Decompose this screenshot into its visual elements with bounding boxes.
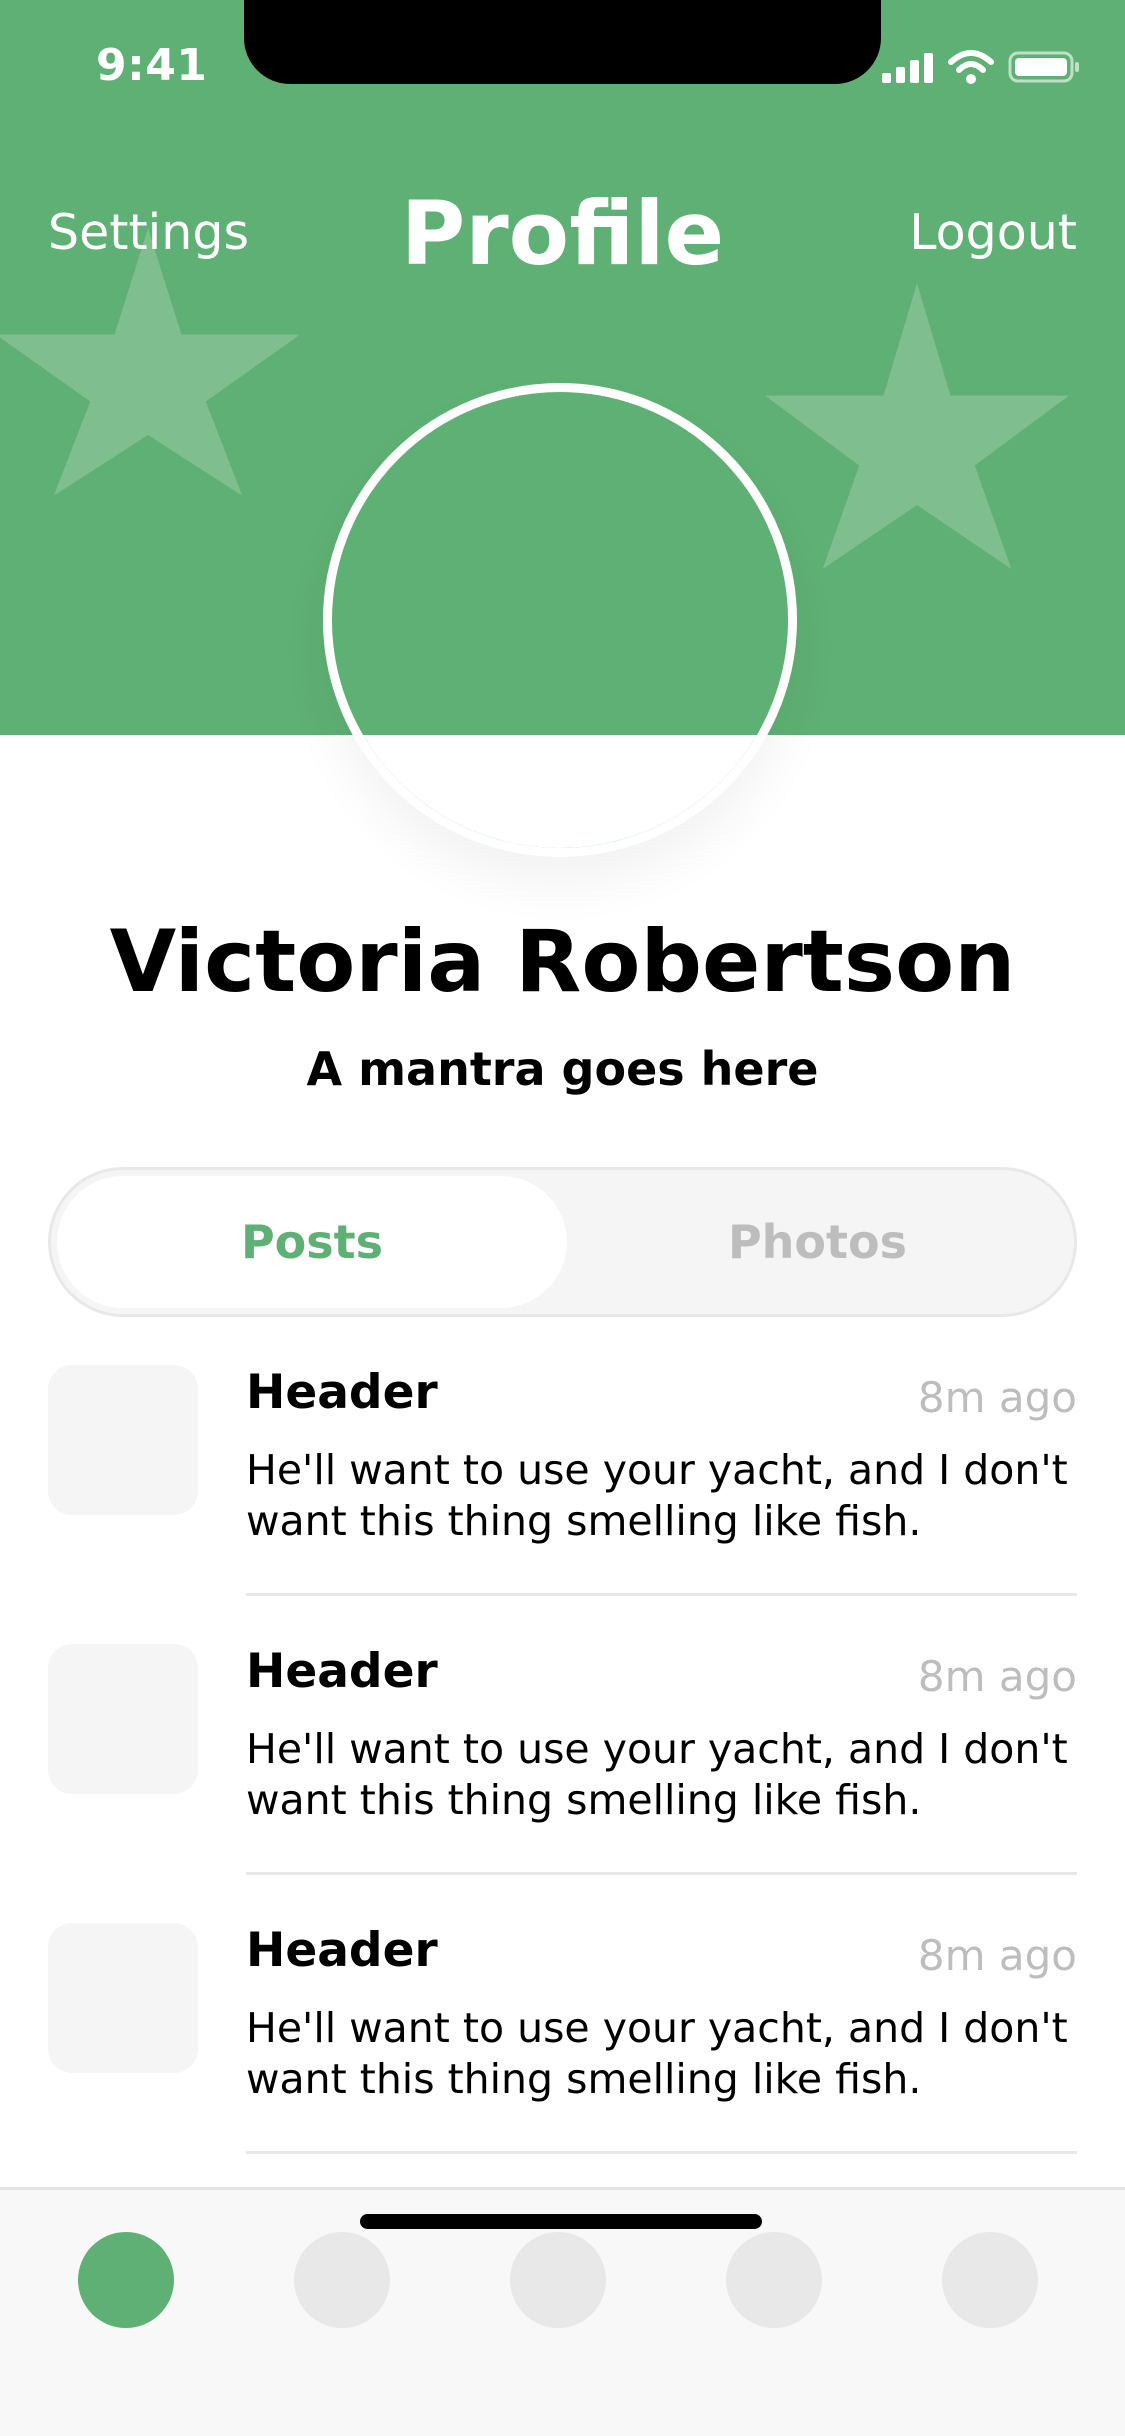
post-header: Header — [246, 1365, 438, 1420]
tab-bar-item-5[interactable] — [942, 2232, 1038, 2328]
tab-photos[interactable]: Photos — [567, 1176, 1068, 1308]
post-header: Header — [246, 1644, 438, 1699]
star-decoration-right-icon — [765, 283, 1069, 569]
posts-list: Header 8m ago He'll want to use your yac… — [48, 1365, 1077, 2202]
profile-mantra: A mantra goes here — [306, 1042, 819, 1096]
cellular-signal-icon — [882, 53, 933, 83]
divider — [246, 1872, 1077, 1875]
tab-bar-item-2[interactable] — [294, 2232, 390, 2328]
logout-button[interactable]: Logout — [909, 204, 1077, 261]
post-thumbnail — [48, 1365, 198, 1515]
post-thumbnail — [48, 1923, 198, 2073]
status-time: 9:41 — [96, 40, 208, 91]
list-item[interactable]: Header 8m ago He'll want to use your yac… — [48, 1644, 1077, 1923]
tab-bar-item-3[interactable] — [510, 2232, 606, 2328]
divider — [246, 1593, 1077, 1596]
list-item[interactable]: Header 8m ago He'll want to use your yac… — [48, 1365, 1077, 1644]
device-notch — [244, 0, 881, 84]
wifi-icon — [948, 50, 994, 84]
home-indicator — [360, 2214, 762, 2229]
post-body: He'll want to use your yacht, and I don'… — [246, 1725, 1068, 1824]
list-item[interactable]: Header 8m ago He'll want to use your yac… — [48, 1923, 1077, 2202]
profile-name: Victoria Robertson — [109, 912, 1016, 1012]
tab-posts[interactable]: Posts — [57, 1176, 567, 1308]
battery-icon — [1008, 51, 1079, 83]
post-thumbnail — [48, 1644, 198, 1794]
tab-bar-item-4[interactable] — [726, 2232, 822, 2328]
post-body: He'll want to use your yacht, and I don'… — [246, 2004, 1068, 2103]
segmented-control: Posts Photos — [48, 1167, 1077, 1317]
status-icons — [882, 50, 1080, 84]
avatar[interactable] — [323, 383, 797, 857]
tab-bar-item-1[interactable] — [78, 2232, 174, 2328]
post-body: He'll want to use your yacht, and I don'… — [246, 1446, 1068, 1545]
divider — [246, 2151, 1077, 2154]
post-timestamp: 8m ago — [917, 1373, 1077, 1422]
post-timestamp: 8m ago — [917, 1652, 1077, 1701]
post-timestamp: 8m ago — [917, 1931, 1077, 1980]
post-header: Header — [246, 1923, 438, 1978]
